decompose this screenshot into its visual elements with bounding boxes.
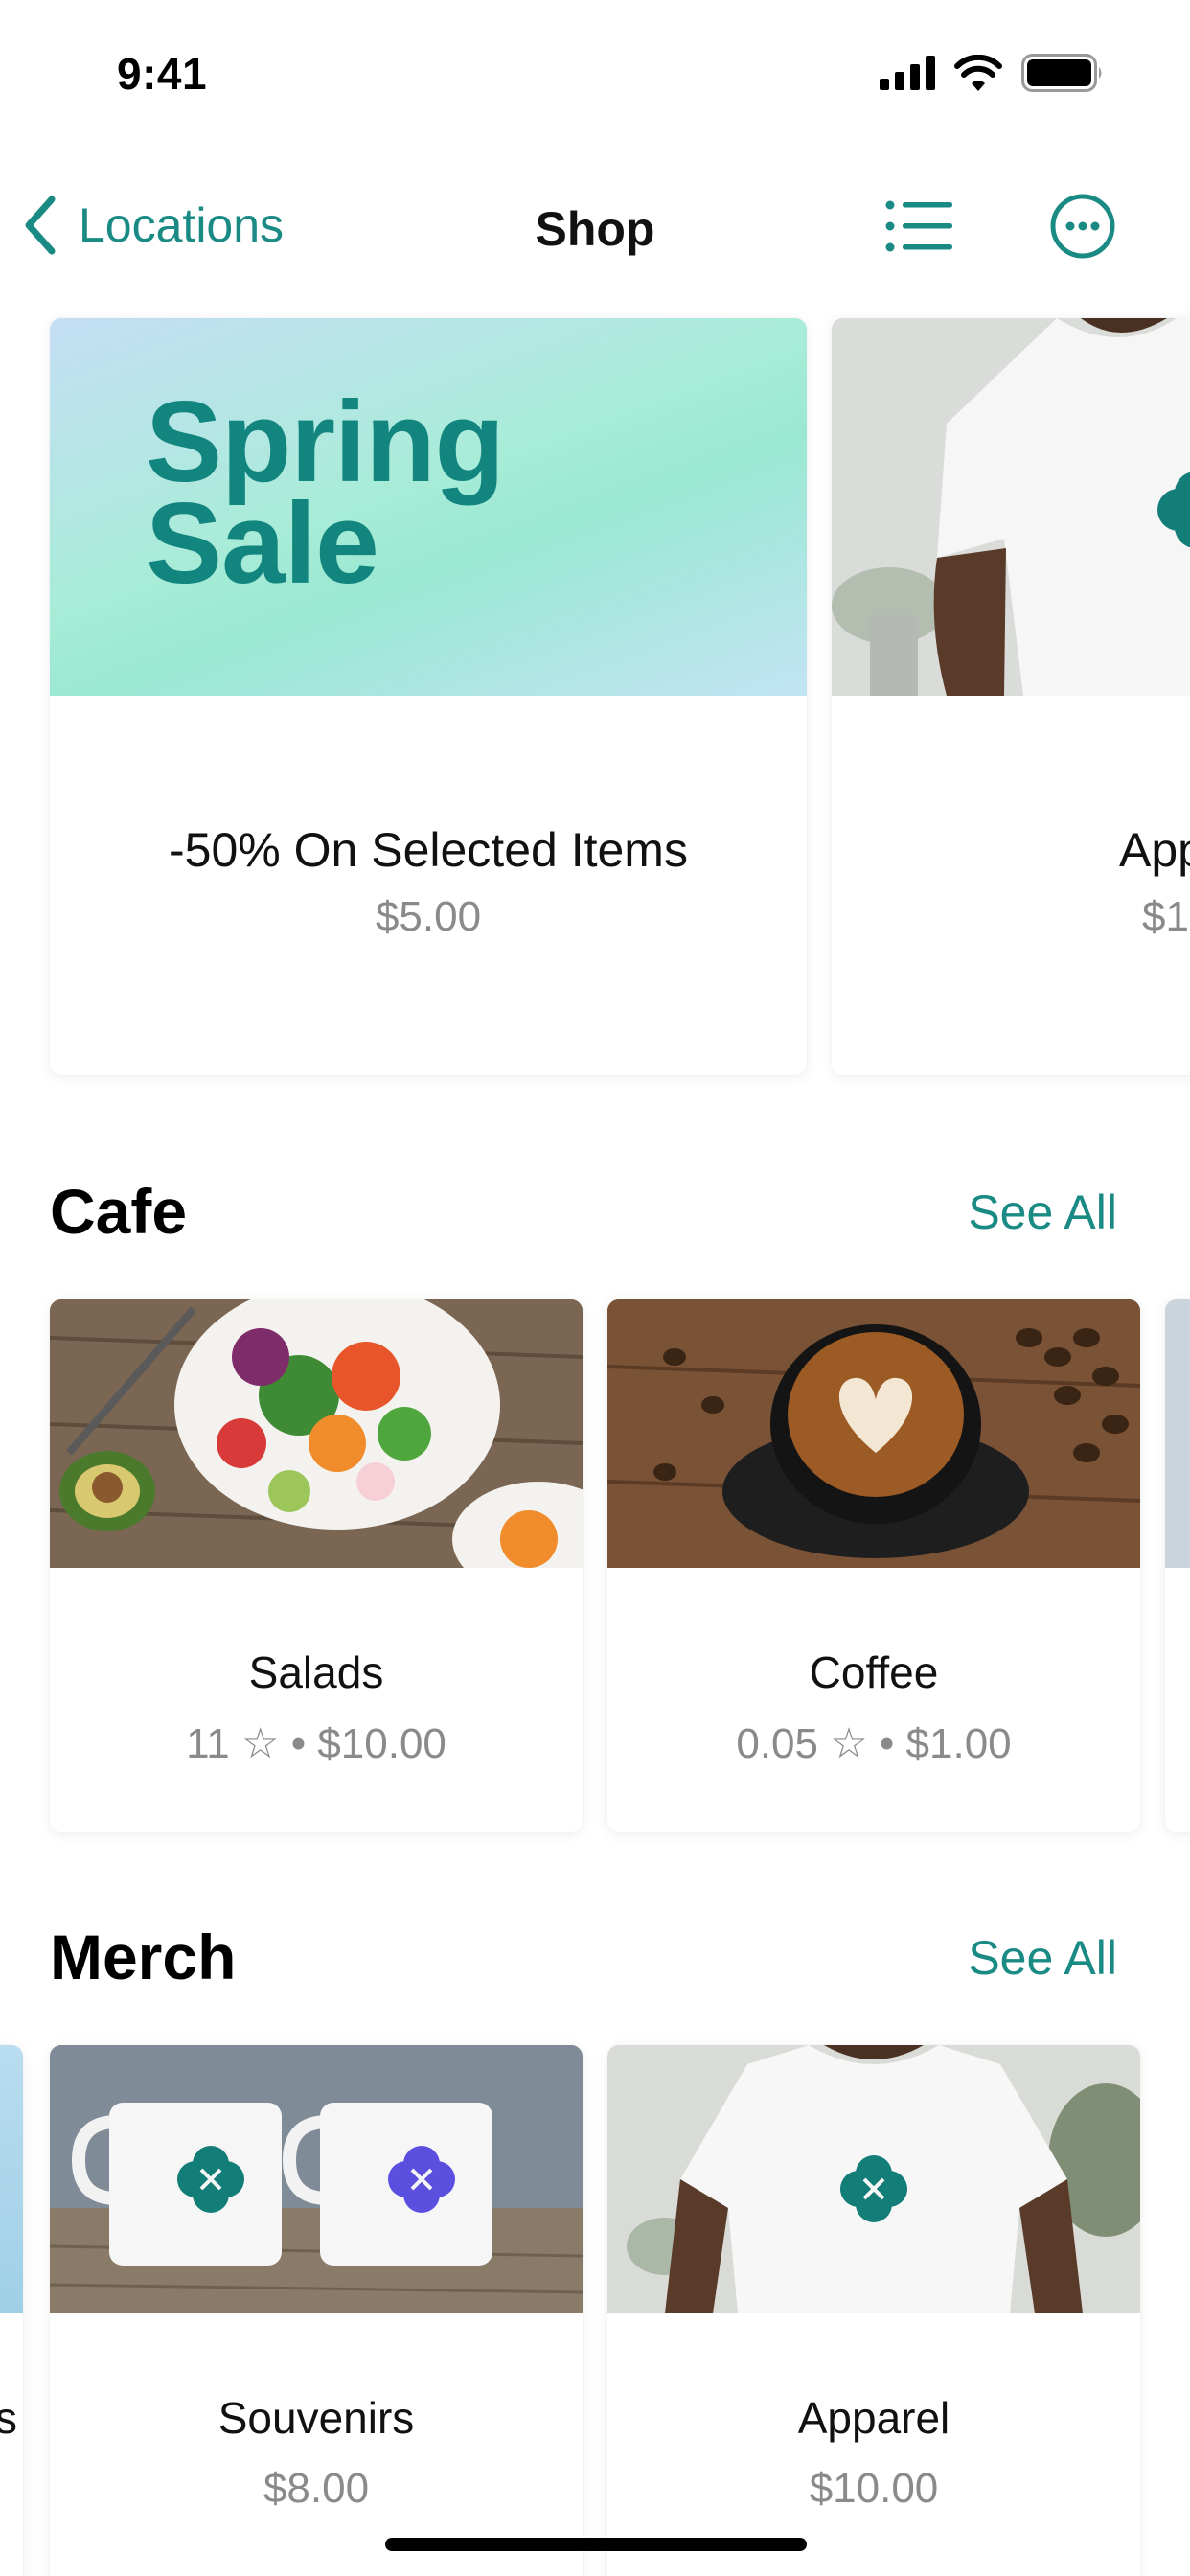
merch-item-price-souvenirs: $8.00 [263, 2465, 370, 2512]
cafe-card-coffee[interactable]: Coffee 0.05 ☆ • $1.00 [607, 1300, 1140, 1832]
featured-title: -50% On Selected Items [169, 823, 688, 877]
featured-price-apparel-text: $1 [1142, 893, 1189, 940]
merch-card-apparel[interactable]: Apparel $10.00 [607, 2045, 1140, 2576]
merch-card-souvenirs[interactable]: Souvenirs $8.00 [50, 2045, 583, 2576]
more-options-button[interactable] [1048, 192, 1117, 261]
tshirt-photo [607, 2045, 1140, 2313]
banner-line-1: Spring [146, 378, 505, 506]
tshirt-photo [832, 318, 1190, 696]
separator-dot: • [879, 1720, 895, 1767]
cafe-card-salads[interactable]: Salads 11 ☆ • $10.00 [50, 1300, 583, 1832]
rating-value: 0.05 [736, 1720, 818, 1767]
merch-card-partial-left[interactable]: s [0, 2045, 23, 2576]
merch-partial-title: s [0, 2393, 17, 2443]
spring-sale-banner: Spring Sale [50, 318, 807, 696]
apparel-image [607, 2045, 1140, 2313]
cafe-card-partial[interactable] [1165, 1300, 1190, 1832]
see-all-cafe-link[interactable]: See All [968, 1184, 1117, 1240]
cafe-item-meta-coffee: 0.05 ☆ • $1.00 [607, 1719, 1140, 1768]
cellular-signal-icon [880, 56, 935, 90]
section-title-cafe: Cafe [50, 1176, 188, 1247]
back-button[interactable]: Locations [23, 194, 284, 257]
navigation-bar: Locations Shop [0, 172, 1190, 278]
salad-photo [50, 1300, 583, 1568]
separator-dot: • [290, 1720, 307, 1767]
home-indicator[interactable] [385, 2538, 807, 2551]
status-bar: 9:41 [0, 0, 1190, 144]
see-all-merch-link[interactable]: See All [968, 1930, 1117, 1986]
chevron-left-icon [25, 196, 56, 255]
featured-card-spring-sale[interactable]: Spring Sale -50% On Selected Items $5.00 [50, 318, 807, 1075]
section-title-merch: Merch [50, 1921, 237, 1992]
back-button-label: Locations [79, 198, 285, 252]
spring-sale-banner-text: Spring Sale [146, 378, 505, 608]
apparel-featured-image [832, 318, 1190, 696]
status-icons [880, 54, 1104, 92]
coffee-photo [607, 1300, 1140, 1568]
wifi-icon [954, 55, 1002, 91]
merch-item-title-apparel: Apparel [797, 2393, 950, 2443]
mugs-photo [50, 2045, 583, 2313]
cafe-partial-image [1165, 1300, 1190, 1568]
merch-partial-image [0, 2045, 23, 2313]
price-value: $1.00 [905, 1720, 1012, 1767]
merch-item-title-souvenirs: Souvenirs [217, 2393, 415, 2443]
coffee-image [607, 1300, 1140, 1568]
featured-card-apparel[interactable]: App $1 [832, 318, 1190, 1075]
cafe-item-title-salads: Salads [248, 1647, 384, 1697]
more-icon [1050, 194, 1115, 259]
status-time: 9:41 [117, 49, 208, 99]
battery-icon [1021, 54, 1102, 92]
featured-price-apparel: $1 [1142, 893, 1190, 941]
list-icon [885, 200, 952, 252]
cafe-item-meta-salads: 11 ☆ • $10.00 [50, 1719, 583, 1768]
merch-item-price-apparel: $10.00 [809, 2465, 939, 2512]
star-icon: ☆ [830, 1719, 868, 1768]
salads-image [50, 1300, 583, 1568]
shop-screen: 9:41 Locations Shop Spring Sale -50% On … [0, 0, 1190, 2576]
list-view-button[interactable] [881, 196, 958, 257]
star-icon: ☆ [241, 1719, 280, 1768]
souvenirs-image [50, 2045, 583, 2313]
cafe-item-title-coffee: Coffee [809, 1647, 939, 1697]
price-value: $10.00 [317, 1720, 446, 1767]
banner-line-2: Sale [146, 479, 379, 608]
rating-value: 11 [186, 1720, 230, 1767]
featured-title-apparel-text: App [1119, 823, 1190, 877]
featured-title-apparel: App [1119, 822, 1190, 878]
featured-price: $5.00 [375, 893, 482, 940]
